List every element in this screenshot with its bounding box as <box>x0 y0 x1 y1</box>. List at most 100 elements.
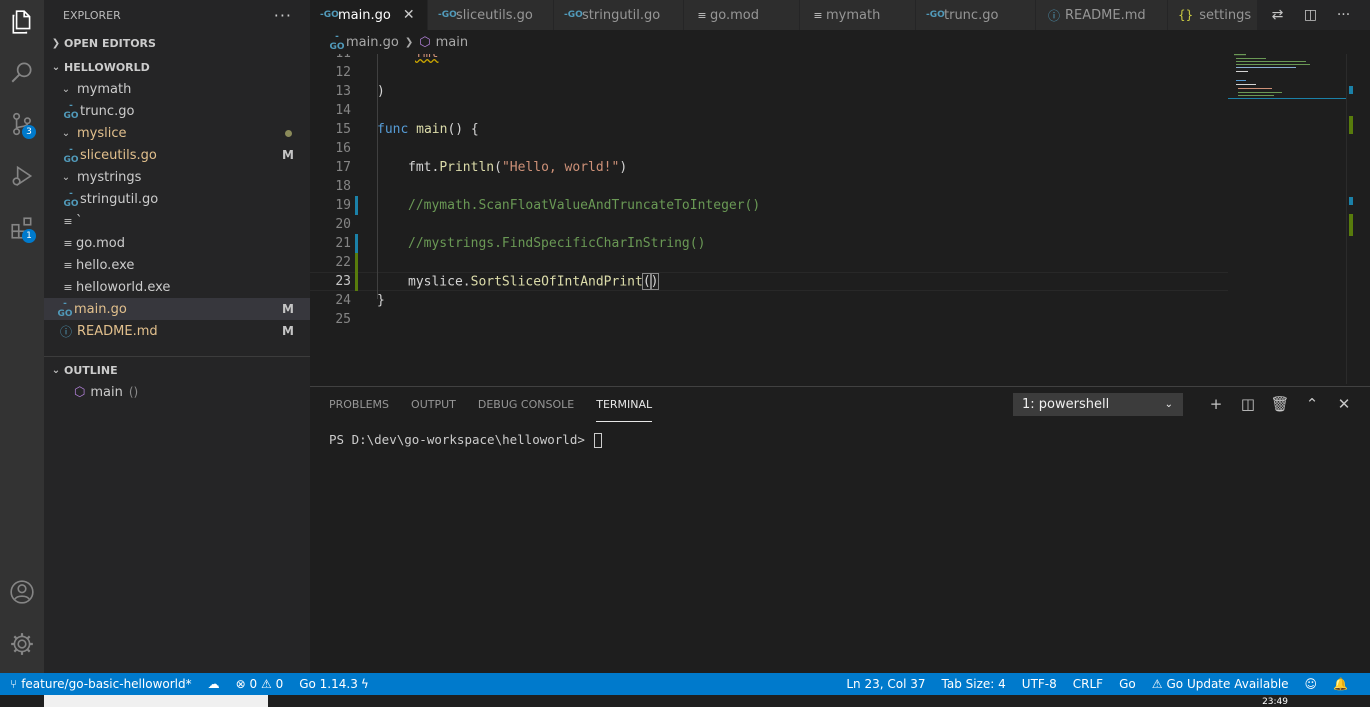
chevron-down-icon: ⌄ <box>51 364 61 376</box>
code-line: 22 <box>310 253 1228 272</box>
println-code: fmt.Println("Hello, world!") <box>408 160 628 175</box>
code-line: 21 //mystrings.FindSpecificCharInString(… <box>335 234 706 253</box>
outline-section[interactable]: ⌄ OUTLINE <box>44 359 310 381</box>
text-file-icon: ≡ <box>813 8 823 22</box>
source-control-icon[interactable]: 3 <box>0 102 44 146</box>
search-icon[interactable] <box>0 50 44 94</box>
folder-mymath[interactable]: ⌄ mymath <box>44 78 310 100</box>
tab-terminal[interactable]: TERMINAL <box>596 387 653 422</box>
split-editor-icon[interactable]: ◫ <box>1294 7 1327 23</box>
new-terminal-icon[interactable]: + <box>1200 393 1232 416</box>
gutter-added-marker <box>355 253 358 272</box>
code-line: 15 func main() { <box>335 122 479 137</box>
tab-sliceutils-go[interactable]: -GO sliceutils.go <box>428 0 554 30</box>
code-line: 18 <box>335 179 351 194</box>
sync-icon[interactable]: ☁ <box>200 677 228 691</box>
scm-badge: 3 <box>22 125 36 139</box>
code-editor[interactable]: 11 fmt 12 13 ) 14 15 func main() { 16 17… <box>310 54 1360 384</box>
code-line: 20 <box>335 217 351 232</box>
code-line: 11 fmt <box>310 54 1228 63</box>
git-status-badge: M <box>282 324 294 338</box>
terminal-output[interactable]: PS D:\dev\go-workspace\helloworld> <box>329 432 603 448</box>
chevron-down-icon: ⌄ <box>1164 399 1173 410</box>
file-stringutil-go[interactable]: -GO stringutil.go <box>44 188 310 210</box>
more-actions-icon[interactable]: ··· <box>274 6 292 25</box>
settings-gear-icon[interactable] <box>0 622 44 666</box>
notifications-bell-icon[interactable]: 🔔 <box>1325 677 1370 691</box>
outline-item-main[interactable]: ⬡ main () <box>44 381 310 403</box>
bottom-panel: PROBLEMS OUTPUT DEBUG CONSOLE TERMINAL 1… <box>310 386 1370 673</box>
account-icon[interactable] <box>0 570 44 614</box>
cursor-position[interactable]: Ln 23, Col 37 <box>838 677 933 691</box>
close-icon[interactable]: ✕ <box>403 7 415 23</box>
file-readme-md[interactable]: ⓘ README.md M <box>44 320 310 342</box>
git-branch-icon: ⑂ <box>10 677 18 691</box>
folder-mystrings[interactable]: ⌄ mystrings <box>44 166 310 188</box>
terminal-prompt: PS D:\dev\go-workspace\helloworld> <box>329 432 593 447</box>
run-debug-icon[interactable] <box>0 154 44 198</box>
editor-scrollbar[interactable] <box>1346 54 1360 384</box>
editor-actions: ⇄ ◫ ··· <box>1261 0 1370 30</box>
go-file-icon: -GO <box>63 145 79 165</box>
file-trunc-go[interactable]: -GO trunc.go <box>44 100 310 122</box>
tab-debug-console[interactable]: DEBUG CONSOLE <box>478 387 574 422</box>
tab-output[interactable]: OUTPUT <box>411 387 456 422</box>
file-main-go[interactable]: -GO main.go M <box>44 298 310 320</box>
tab-readme-md[interactable]: ⓘ README.md <box>1036 0 1168 30</box>
split-terminal-icon[interactable]: ◫ <box>1232 393 1264 416</box>
go-version[interactable]: Go 1.14.3 ϟ <box>291 677 377 691</box>
tab-settings[interactable]: {} settings <box>1168 0 1258 30</box>
explorer-icon[interactable] <box>0 0 44 44</box>
file-backtick[interactable]: ≡ ` <box>44 210 310 232</box>
warning-icon: ⚠ <box>1151 677 1163 691</box>
text-file-icon: ≡ <box>63 280 73 294</box>
compare-changes-icon[interactable]: ⇄ <box>1261 7 1294 23</box>
branch-indicator[interactable]: ⑂ feature/go-basic-helloworld* <box>0 677 200 691</box>
taskbar-search[interactable] <box>44 695 268 707</box>
panel-actions: + ◫ 🗑 ⌃ ✕ <box>1200 393 1360 416</box>
code-line: 12 <box>335 65 351 80</box>
folder-myslice[interactable]: ⌄ myslice <box>44 122 310 144</box>
more-actions-icon[interactable]: ··· <box>1327 7 1360 23</box>
activity-bar: 3 1 <box>0 0 44 673</box>
tab-problems[interactable]: PROBLEMS <box>329 387 389 422</box>
maximize-panel-icon[interactable]: ⌃ <box>1296 393 1328 416</box>
tab-trunc-go[interactable]: -GO trunc.go <box>916 0 1036 30</box>
chevron-down-icon: ⌄ <box>61 171 71 183</box>
go-file-icon: -GO <box>926 10 945 20</box>
open-editors-section[interactable]: ❯ OPEN EDITORS <box>44 32 310 54</box>
error-icon: ⊗ <box>235 677 246 691</box>
language-mode[interactable]: Go <box>1111 677 1144 691</box>
modified-dot-icon <box>285 129 292 137</box>
file-helloworld-exe[interactable]: ≡ helloworld.exe <box>44 276 310 298</box>
go-file-icon: -GO <box>63 189 79 209</box>
encoding[interactable]: UTF-8 <box>1014 677 1065 691</box>
minimap[interactable] <box>1228 54 1348 134</box>
line-ending[interactable]: CRLF <box>1065 677 1111 691</box>
file-hello-exe[interactable]: ≡ hello.exe <box>44 254 310 276</box>
breadcrumb-file[interactable]: main.go <box>346 35 399 50</box>
overview-ruler-marker <box>1349 214 1353 236</box>
go-update-indicator[interactable]: ⚠ Go Update Available <box>1144 677 1297 691</box>
info-icon: ⓘ <box>59 324 72 339</box>
current-code-line: 23 myslice.SortSliceOfIntAndPrint() <box>310 272 1228 291</box>
terminal-select[interactable]: 1: powershell ⌄ <box>1013 393 1183 416</box>
text-file-icon: ≡ <box>63 258 73 272</box>
file-sliceutils-go[interactable]: -GO sliceutils.go M <box>44 144 310 166</box>
breadcrumb-symbol[interactable]: main <box>436 35 468 50</box>
trash-icon[interactable]: 🗑 <box>1264 393 1296 416</box>
breadcrumb: -GO main.go ❯ ⬡ main <box>310 30 1370 54</box>
file-go-mod[interactable]: ≡ go.mod <box>44 232 310 254</box>
feedback-icon[interactable]: ☺ <box>1297 677 1326 691</box>
code-line: 17 fmt.Println("Hello, world!") <box>335 160 628 175</box>
problems-indicator[interactable]: ⊗ 0 ⚠ 0 <box>228 677 292 691</box>
go-file-icon: -GO <box>329 32 345 52</box>
close-panel-icon[interactable]: ✕ <box>1328 393 1360 416</box>
workspace-section[interactable]: ⌄ HELLOWORLD <box>44 56 310 78</box>
tab-size[interactable]: Tab Size: 4 <box>934 677 1014 691</box>
tab-stringutil-go[interactable]: -GO stringutil.go <box>554 0 684 30</box>
tab-go-mod[interactable]: ≡ go.mod <box>684 0 800 30</box>
tab-mymath[interactable]: ≡ mymath <box>800 0 916 30</box>
tab-main-go[interactable]: -GO main.go ✕ <box>310 0 428 30</box>
extensions-icon[interactable]: 1 <box>0 206 44 250</box>
